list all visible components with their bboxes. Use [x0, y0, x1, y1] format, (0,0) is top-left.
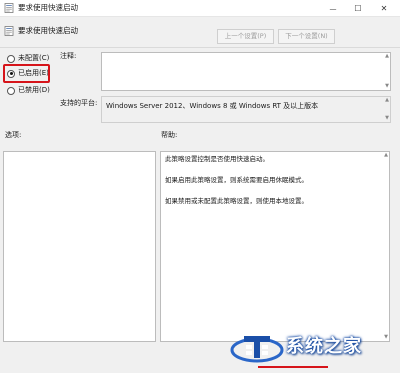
scroll-up-icon[interactable]: ▲ — [385, 54, 389, 59]
header-divider — [0, 47, 400, 48]
watermark: 系统之家 — [228, 327, 398, 369]
comment-label: 注释: — [60, 52, 77, 60]
radio-label: 未配置(C) — [18, 54, 50, 62]
radio-button[interactable] — [7, 54, 15, 63]
maximize-button[interactable]: ☐ — [345, 0, 371, 17]
next-setting-button[interactable]: 下一个设置(N) — [278, 29, 335, 44]
radio-not-configured[interactable]: 未配置(C) — [7, 53, 49, 64]
scroll-down-icon[interactable]: ▼ — [385, 116, 389, 121]
supported-platform-value: Windows Server 2012、Windows 8 或 Windows … — [106, 102, 319, 110]
scroll-up-icon[interactable]: ▲ — [384, 153, 388, 158]
minimize-icon: — — [329, 4, 337, 13]
close-icon: ✕ — [380, 4, 388, 13]
supported-platform-label: 支持的平台: — [60, 99, 98, 107]
minimize-button[interactable]: — — [320, 0, 346, 17]
help-text-line: 如果禁用或未配置此策略设置，则使用本地设置。 — [165, 197, 308, 205]
options-label: 选项: — [5, 131, 22, 139]
radio-disabled[interactable]: 已禁用(D) — [7, 85, 50, 96]
window-title: 要求使用快速启动 — [18, 3, 78, 12]
policy-settings-icon — [4, 3, 14, 13]
scroll-down-icon[interactable]: ▼ — [385, 84, 389, 89]
help-text-line: 此策略设置控制是否使用快速启动。 — [165, 155, 269, 163]
close-button[interactable]: ✕ — [371, 0, 397, 17]
scroll-up-icon[interactable]: ▲ — [385, 98, 389, 103]
radio-label: 已禁用(D) — [18, 86, 50, 94]
policy-setting-icon — [4, 26, 14, 36]
watermark-text: 系统之家 — [286, 336, 362, 357]
watermark-underline — [258, 366, 328, 368]
help-label: 帮助: — [161, 131, 178, 139]
highlight-annotation — [3, 64, 50, 83]
comment-textarea[interactable]: ▲ ▼ — [101, 52, 391, 91]
options-panel — [3, 151, 156, 342]
maximize-icon: ☐ — [354, 4, 362, 13]
previous-setting-button[interactable]: 上一个设置(P) — [217, 29, 274, 44]
help-text-line: 如果启用此策略设置，则系统需要启用休眠模式。 — [165, 176, 308, 184]
supported-platform-field: Windows Server 2012、Windows 8 或 Windows … — [101, 96, 391, 123]
watermark-logo-icon — [230, 336, 284, 363]
setting-name: 要求使用快速启动 — [18, 26, 78, 35]
help-panel[interactable]: 此策略设置控制是否使用快速启动。 如果启用此策略设置，则系统需要启用休眠模式。 … — [160, 151, 390, 342]
radio-button[interactable] — [7, 86, 15, 95]
